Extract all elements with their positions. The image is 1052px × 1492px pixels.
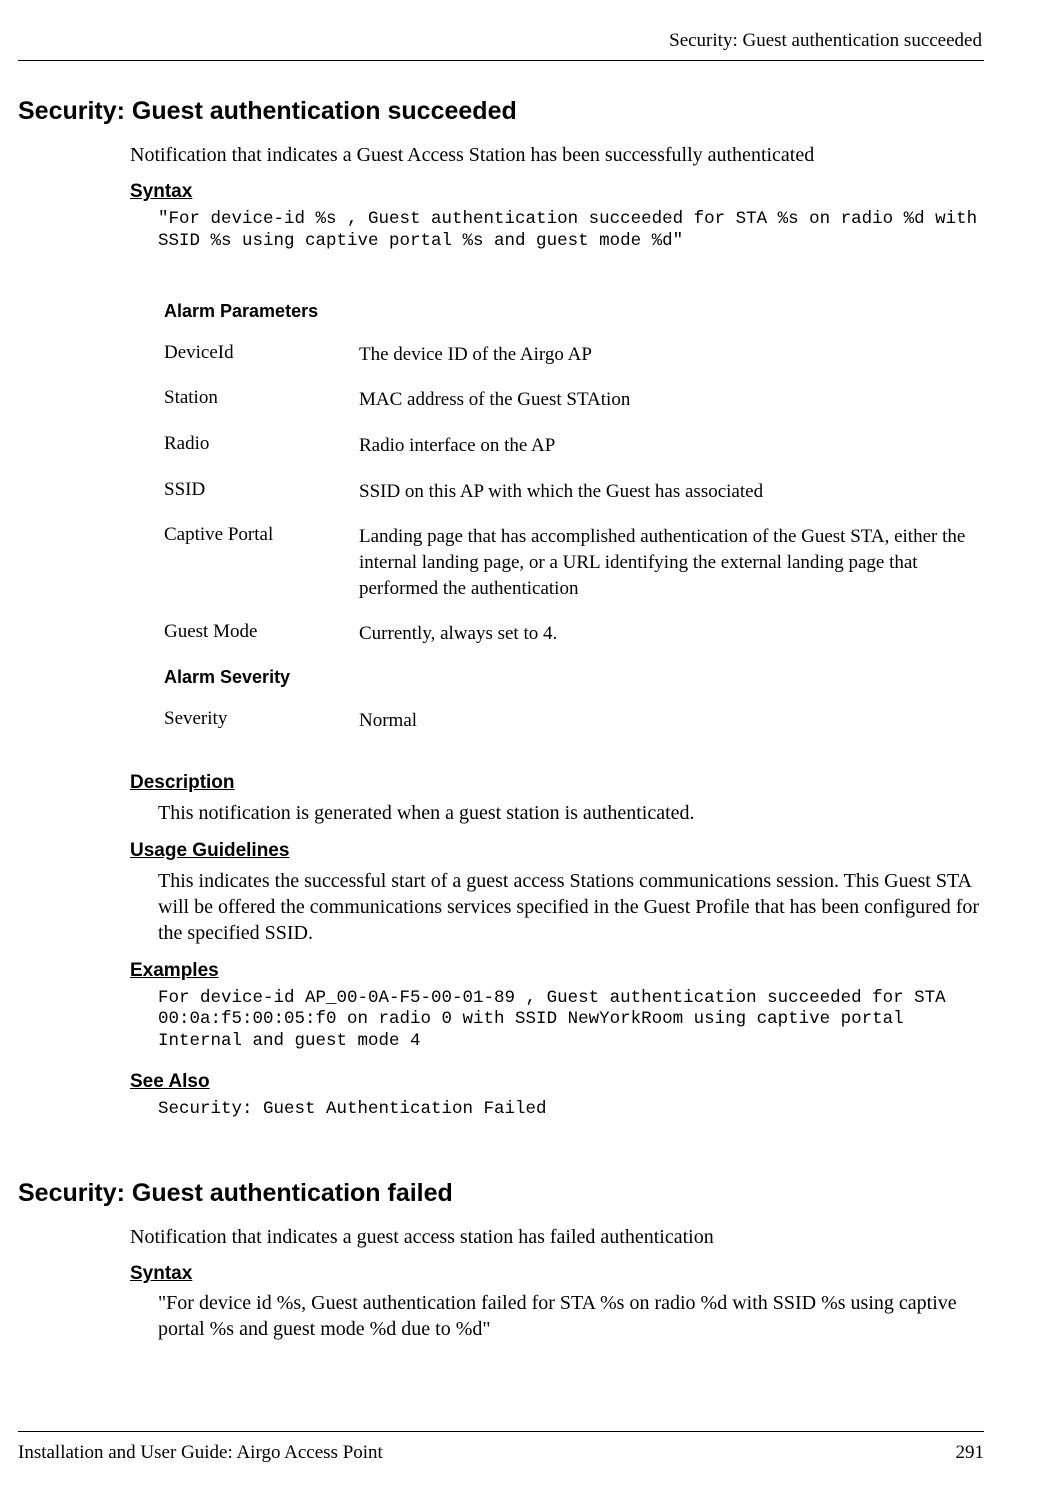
usage-heading: Usage Guidelines <box>130 840 984 862</box>
param-desc: Currently, always set to 4. <box>359 621 984 647</box>
param-desc: The device ID of the Airgo AP <box>359 342 984 368</box>
description-text: This notification is generated when a gu… <box>158 800 984 826</box>
param-name: SSID <box>164 479 359 501</box>
param-desc: MAC address of the Guest STAtion <box>359 387 984 413</box>
severity-row: Severity Normal <box>164 708 984 734</box>
param-desc: Radio interface on the AP <box>359 433 984 459</box>
examples-heading: Examples <box>130 960 984 982</box>
header-rule <box>18 60 984 61</box>
param-row: Captive Portal Landing page that has acc… <box>164 524 984 601</box>
alarm-params-heading: Alarm Parameters <box>164 301 984 322</box>
page-header-right: Security: Guest authentication succeeded <box>18 30 984 52</box>
param-row: Station MAC address of the Guest STAtion <box>164 387 984 413</box>
param-name: Guest Mode <box>164 621 359 643</box>
param-row: Radio Radio interface on the AP <box>164 433 984 459</box>
description-heading: Description <box>130 772 984 794</box>
syntax-text: "For device-id %s , Guest authentication… <box>158 209 984 253</box>
footer-rule <box>18 1431 984 1432</box>
syntax-heading: Syntax <box>130 181 984 203</box>
syntax2-heading: Syntax <box>130 1263 984 1285</box>
footer-left: Installation and User Guide: Airgo Acces… <box>18 1442 383 1464</box>
page-footer: Installation and User Guide: Airgo Acces… <box>18 1442 984 1464</box>
param-name: Radio <box>164 433 359 455</box>
param-row: SSID SSID on this AP with which the Gues… <box>164 479 984 505</box>
seealso-heading: See Also <box>130 1071 984 1093</box>
examples-text: For device-id AP_00-0A-F5-00-01-89 , Gue… <box>158 988 984 1054</box>
usage-text: This indicates the successful start of a… <box>158 868 984 946</box>
alarm-params-table: DeviceId The device ID of the Airgo AP S… <box>164 342 984 647</box>
seealso-text: Security: Guest Authentication Failed <box>158 1099 984 1121</box>
footer-right: 291 <box>956 1442 985 1464</box>
param-row: Guest Mode Currently, always set to 4. <box>164 621 984 647</box>
section1-title: Security: Guest authentication succeeded <box>18 97 984 126</box>
section2-intro: Notification that indicates a guest acce… <box>130 1226 984 1249</box>
param-row: DeviceId The device ID of the Airgo AP <box>164 342 984 368</box>
param-name: Captive Portal <box>164 524 359 546</box>
alarm-severity-table: Severity Normal <box>164 708 984 734</box>
severity-name: Severity <box>164 708 359 730</box>
param-desc: SSID on this AP with which the Guest has… <box>359 479 984 505</box>
param-name: DeviceId <box>164 342 359 364</box>
param-name: Station <box>164 387 359 409</box>
section1-intro: Notification that indicates a Guest Acce… <box>130 144 984 167</box>
section2-title: Security: Guest authentication failed <box>18 1179 984 1208</box>
syntax2-text: "For device id %s, Guest authentication … <box>158 1291 984 1342</box>
param-desc: Landing page that has accomplished authe… <box>359 524 984 601</box>
alarm-severity-heading: Alarm Severity <box>164 667 984 688</box>
severity-desc: Normal <box>359 708 984 734</box>
